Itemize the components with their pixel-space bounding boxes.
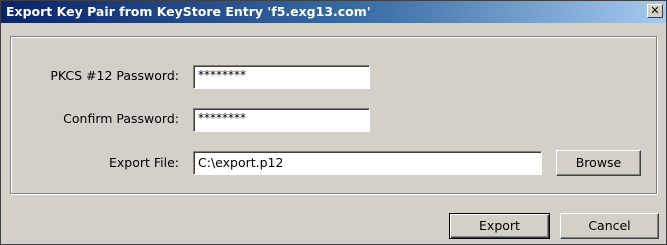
window-title: Export Key Pair from KeyStore Entry 'f5.… xyxy=(6,4,371,19)
export-key-pair-dialog: Export Key Pair from KeyStore Entry 'f5.… xyxy=(0,0,667,245)
close-button[interactable]: ✕ xyxy=(647,4,663,18)
pkcs-password-label: PKCS #12 Password: xyxy=(50,68,179,83)
confirm-password-field[interactable]: ******** xyxy=(193,108,370,132)
export-file-label: Export File: xyxy=(108,155,179,170)
confirm-password-label: Confirm Password: xyxy=(63,111,179,126)
pkcs-password-field[interactable]: ******** xyxy=(193,65,370,89)
form-panel: PKCS #12 Password: ******** Confirm Pass… xyxy=(10,36,657,194)
cancel-button[interactable]: Cancel xyxy=(560,213,659,239)
close-icon: ✕ xyxy=(650,4,660,17)
export-file-field[interactable]: C:\export.p12 xyxy=(193,151,542,175)
export-button[interactable]: Export xyxy=(449,213,550,239)
title-bar[interactable]: Export Key Pair from KeyStore Entry 'f5.… xyxy=(1,1,666,23)
browse-button[interactable]: Browse xyxy=(556,150,641,176)
